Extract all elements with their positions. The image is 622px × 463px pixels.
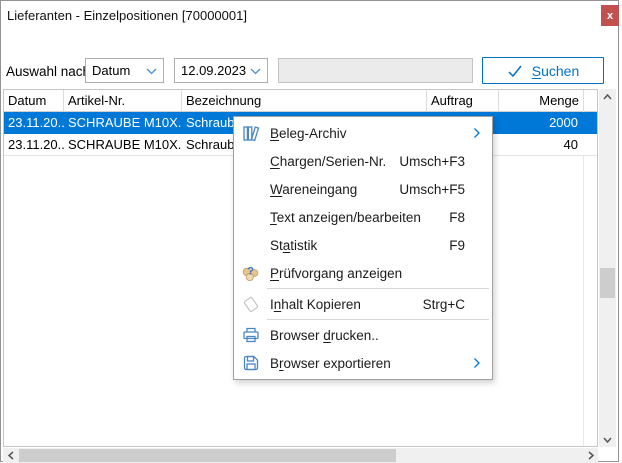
column-header-filler xyxy=(584,90,597,111)
column-header-auftrag[interactable]: Auftrag xyxy=(427,90,499,111)
menu-separator xyxy=(267,288,489,289)
cell-artikel-nr: SCHRAUBE M10X... xyxy=(64,112,182,133)
column-divider xyxy=(583,111,584,446)
auswahl-nach-label: Auswahl nach xyxy=(6,64,90,79)
icon-spacer xyxy=(240,235,262,255)
category-select-value: Datum xyxy=(92,63,130,78)
horizontal-scrollbar[interactable] xyxy=(3,448,598,463)
vertical-scrollbar[interactable] xyxy=(599,89,616,447)
submenu-chevron-icon xyxy=(474,358,480,368)
svg-text:?: ? xyxy=(247,266,254,278)
column-header-menge[interactable]: Menge xyxy=(499,90,584,111)
icon-spacer xyxy=(240,179,262,199)
cell-menge: 40 xyxy=(499,134,584,155)
menu-item-wareneingang[interactable]: Wareneingang Umsch+F5 xyxy=(234,175,492,203)
menu-item-chargen-serien-nr[interactable]: Chargen/Serien-Nr. Umsch+F3 xyxy=(234,147,492,175)
cell-datum: 23.11.20... xyxy=(4,112,64,133)
search-button[interactable]: Suchen xyxy=(482,57,604,84)
chevron-down-icon xyxy=(146,68,157,75)
scroll-right-button[interactable] xyxy=(583,448,598,463)
close-button[interactable]: x xyxy=(601,5,619,26)
column-header-bezeichnung[interactable]: Bezeichnung xyxy=(182,90,427,111)
cell-menge: 2000 xyxy=(499,112,584,133)
check-icon xyxy=(507,64,523,78)
menu-item-browser-drucken[interactable]: Browser drucken.. xyxy=(234,321,492,349)
category-select[interactable]: Datum xyxy=(85,58,164,83)
menu-item-pruefvorgang-anzeigen[interactable]: ? Prüfvorgang anzeigen xyxy=(234,259,492,287)
scroll-left-button[interactable] xyxy=(3,448,18,463)
menu-separator xyxy=(267,319,489,320)
table-header: Datum Artikel-Nr. Bezeichnung Auftrag Me… xyxy=(4,90,597,112)
cell-filler xyxy=(584,134,597,155)
column-header-datum[interactable]: Datum xyxy=(4,90,64,111)
vertical-scrollbar-thumb[interactable] xyxy=(600,268,615,298)
menu-item-browser-exportieren[interactable]: Browser exportieren xyxy=(234,349,492,377)
context-menu: Beleg-Archiv Chargen/Serien-Nr. Umsch+F3… xyxy=(233,116,493,380)
icon-spacer xyxy=(240,207,262,227)
cell-datum: 23.11.20... xyxy=(4,134,64,155)
column-header-artikel-nr[interactable]: Artikel-Nr. xyxy=(64,90,182,111)
app-window: Lieferanten - Einzelpositionen [70000001… xyxy=(0,0,622,463)
search-button-label: Suchen xyxy=(532,63,580,79)
icon-spacer xyxy=(240,151,262,171)
books-icon xyxy=(240,123,262,143)
window-frame: Lieferanten - Einzelpositionen [70000001… xyxy=(0,0,619,462)
save-icon xyxy=(240,353,262,373)
search-input[interactable] xyxy=(278,58,473,83)
menu-item-statistik[interactable]: Statistik F9 xyxy=(234,231,492,259)
date-select-value: 12.09.2023 xyxy=(181,63,246,78)
window-title: Lieferanten - Einzelpositionen [70000001… xyxy=(7,8,247,23)
horizontal-scrollbar-thumb[interactable] xyxy=(19,449,396,462)
copy-icon xyxy=(240,294,262,314)
chevron-down-icon xyxy=(250,68,261,75)
printer-icon xyxy=(240,325,262,345)
cell-filler xyxy=(584,112,597,133)
cell-artikel-nr: SCHRAUBE M10X... xyxy=(64,134,182,155)
submenu-chevron-icon xyxy=(474,128,480,138)
scroll-down-button[interactable] xyxy=(599,432,616,447)
scroll-up-button[interactable] xyxy=(599,89,616,104)
question-spheres-icon: ? xyxy=(240,263,262,283)
date-select[interactable]: 12.09.2023 xyxy=(174,58,268,83)
menu-item-inhalt-kopieren[interactable]: Inhalt Kopieren Strg+C xyxy=(234,290,492,318)
menu-item-beleg-archiv[interactable]: Beleg-Archiv xyxy=(234,119,492,147)
menu-item-text-anzeigen-bearbeiten[interactable]: Text anzeigen/bearbeiten F8 xyxy=(234,203,492,231)
